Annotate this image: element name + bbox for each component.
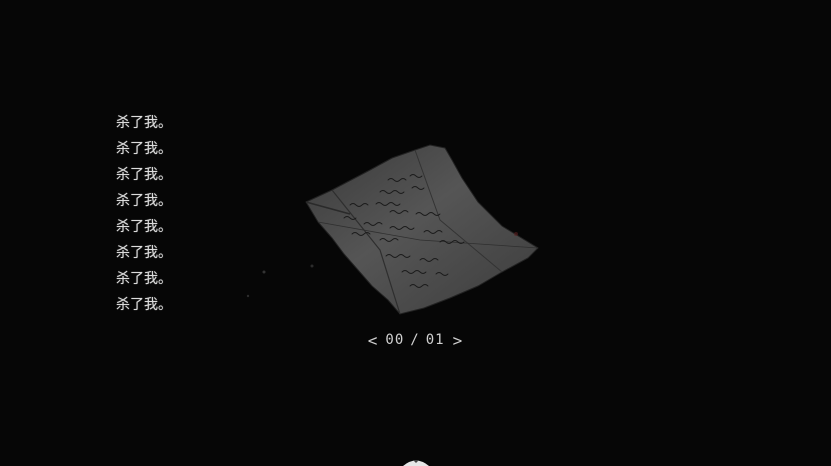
text-line: 杀了我。	[116, 193, 172, 209]
crumpled-note-icon	[246, 144, 539, 315]
chevron-right-icon[interactable]: >	[451, 331, 465, 350]
item-pager: < 00 / 01 >	[360, 329, 470, 351]
text-line: 杀了我。	[116, 141, 172, 157]
text-line: 杀了我。	[116, 271, 172, 287]
game-screen: 杀了我。 杀了我。 杀了我。 杀了我。 杀了我。 杀了我。 杀了我。 杀了我。	[0, 0, 831, 466]
chevron-left-icon[interactable]: <	[366, 331, 380, 350]
page-separator: /	[410, 332, 420, 348]
text-line: 杀了我。	[116, 115, 172, 131]
page-current: 00	[385, 332, 405, 348]
text-line: 杀了我。	[116, 297, 172, 313]
item-viewer[interactable]	[240, 130, 570, 330]
text-line: 杀了我。	[116, 219, 172, 235]
text-line: 杀了我。	[116, 245, 172, 261]
repeated-text-block: 杀了我。 杀了我。 杀了我。 杀了我。 杀了我。 杀了我。 杀了我。 杀了我。	[116, 110, 196, 318]
page-total: 01	[425, 332, 445, 348]
triangle-down-icon[interactable]	[401, 457, 431, 466]
text-line: 杀了我。	[116, 167, 172, 183]
